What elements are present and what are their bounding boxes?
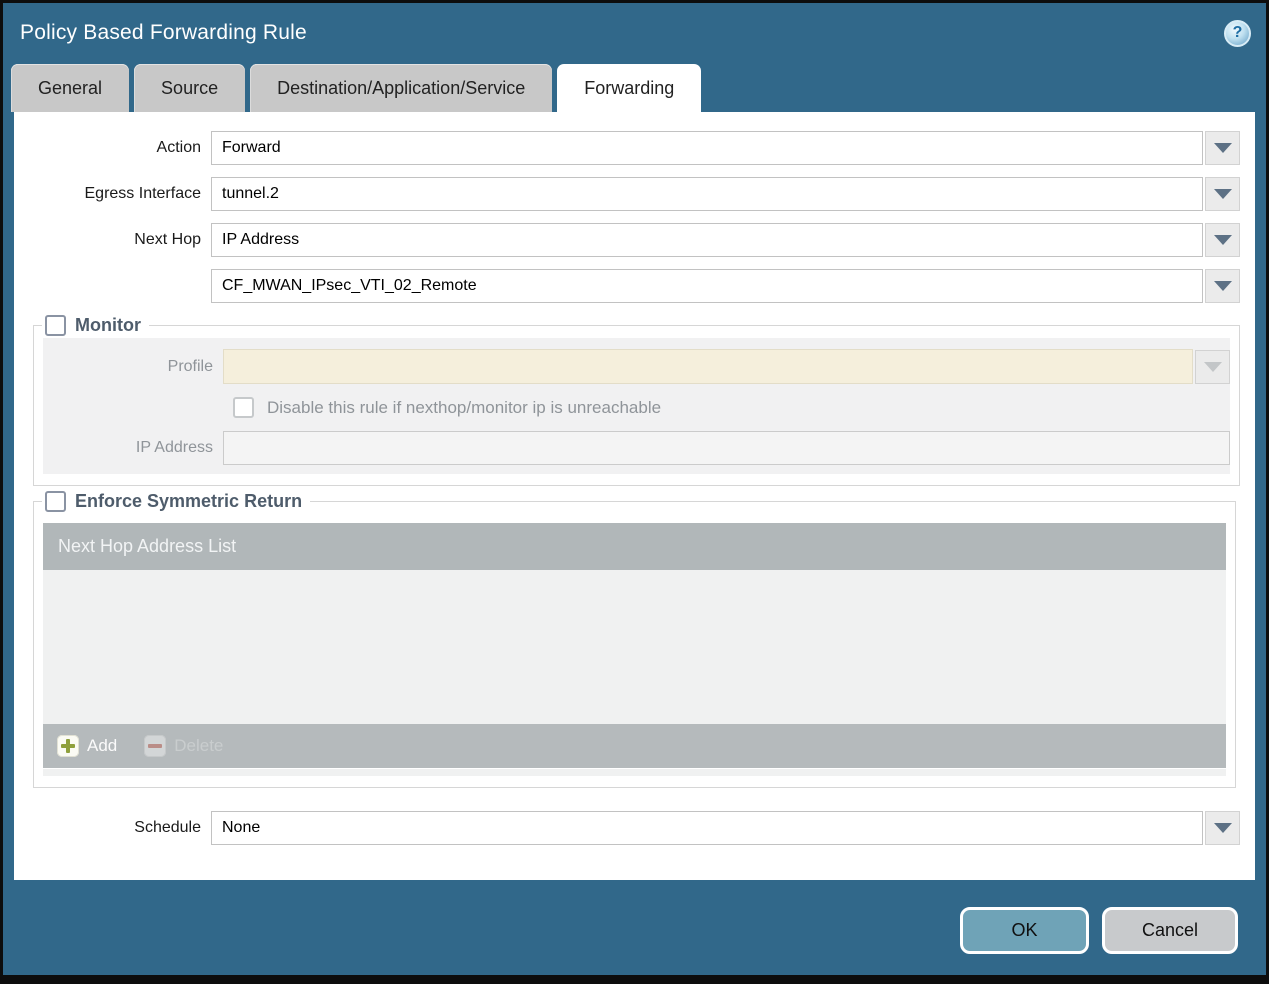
add-button-label: Add — [87, 736, 118, 755]
monitor-ip-field — [223, 431, 1230, 465]
schedule-field[interactable]: None — [211, 811, 1203, 845]
egress-interface-dropdown-button[interactable] — [1205, 177, 1240, 211]
schedule-row: Schedule None — [14, 811, 1255, 845]
delete-button-label: Delete — [174, 736, 224, 755]
monitor-group: Monitor Profile Disable this rule if nex… — [33, 315, 1240, 486]
egress-interface-field[interactable]: tunnel.2 — [211, 177, 1203, 211]
dialog-title: Policy Based Forwarding Rule — [20, 21, 307, 44]
add-button[interactable]: Add — [57, 735, 117, 757]
next-hop-dropdown-button[interactable] — [1205, 223, 1240, 257]
egress-interface-row: Egress Interface tunnel.2 — [14, 177, 1255, 211]
tab-forwarding[interactable]: Forwarding — [557, 64, 702, 112]
symmetric-return-checkbox[interactable] — [45, 491, 66, 512]
action-row: Action Forward — [14, 131, 1255, 165]
next-hop-address-dropdown-button[interactable] — [1205, 269, 1240, 303]
chevron-down-icon — [1213, 143, 1232, 153]
disable-rule-label: Disable this rule if nexthop/monitor ip … — [267, 397, 662, 417]
chevron-down-icon — [1213, 189, 1232, 199]
schedule-dropdown-button[interactable] — [1205, 811, 1240, 845]
minus-icon — [144, 735, 167, 757]
monitor-ip-row: IP Address — [43, 431, 1230, 465]
disable-rule-row: Disable this rule if nexthop/monitor ip … — [233, 397, 1230, 418]
tab-destination-application-service[interactable]: Destination/Application/Service — [250, 64, 553, 112]
disable-rule-checkbox — [233, 397, 254, 418]
table-body[interactable] — [43, 570, 1226, 724]
symmetric-return-title: Enforce Symmetric Return — [75, 491, 303, 511]
profile-dropdown-button — [1195, 349, 1230, 384]
monitor-legend: Monitor — [42, 315, 149, 336]
next-hop-address-row: CF_MWAN_IPsec_VTI_02_Remote — [14, 269, 1255, 303]
monitor-title: Monitor — [75, 315, 141, 335]
next-hop-row: Next Hop IP Address — [14, 223, 1255, 257]
action-label: Action — [156, 139, 201, 156]
forwarding-tab-panel: Action Forward Egress Interface tunnel.2… — [14, 112, 1255, 880]
tab-general[interactable]: General — [11, 64, 130, 112]
monitor-ip-label: IP Address — [135, 439, 213, 456]
title-bar: Policy Based Forwarding Rule ? — [3, 3, 1266, 63]
next-hop-label: Next Hop — [134, 231, 201, 248]
table-toolbar: Add Delete — [43, 724, 1226, 768]
profile-field — [223, 349, 1193, 384]
schedule-label: Schedule — [134, 819, 201, 836]
ok-button[interactable]: OK — [960, 907, 1089, 954]
chevron-down-icon — [1203, 361, 1222, 372]
next-hop-type-field[interactable]: IP Address — [211, 223, 1203, 257]
plus-icon — [57, 735, 79, 757]
profile-label: Profile — [167, 357, 213, 375]
next-hop-address-list-table: Next Hop Address List Add Delete — [43, 523, 1226, 776]
monitor-checkbox[interactable] — [45, 315, 66, 336]
next-hop-address-field[interactable]: CF_MWAN_IPsec_VTI_02_Remote — [211, 269, 1203, 303]
tab-source[interactable]: Source — [134, 64, 246, 112]
egress-interface-label: Egress Interface — [84, 185, 202, 202]
tab-bar: General Source Destination/Application/S… — [3, 63, 1266, 112]
dialog-footer: OK Cancel — [3, 880, 1266, 954]
chevron-down-icon — [1213, 281, 1232, 291]
monitor-panel: Profile Disable this rule if nexthop/mon… — [43, 338, 1230, 474]
cancel-button[interactable]: Cancel — [1102, 907, 1238, 954]
help-icon[interactable]: ? — [1224, 19, 1251, 47]
action-field[interactable]: Forward — [211, 131, 1203, 165]
action-dropdown-button[interactable] — [1205, 131, 1240, 165]
chevron-down-icon — [1213, 823, 1232, 833]
policy-based-forwarding-dialog: Policy Based Forwarding Rule ? General S… — [0, 0, 1269, 984]
chevron-down-icon — [1213, 235, 1232, 245]
delete-button: Delete — [144, 735, 223, 757]
table-header: Next Hop Address List — [43, 523, 1226, 570]
profile-row: Profile — [43, 349, 1230, 384]
table-bottom-strip — [43, 769, 1226, 776]
symmetric-return-group: Enforce Symmetric Return Next Hop Addres… — [33, 491, 1236, 788]
symmetric-return-legend: Enforce Symmetric Return — [42, 491, 310, 512]
